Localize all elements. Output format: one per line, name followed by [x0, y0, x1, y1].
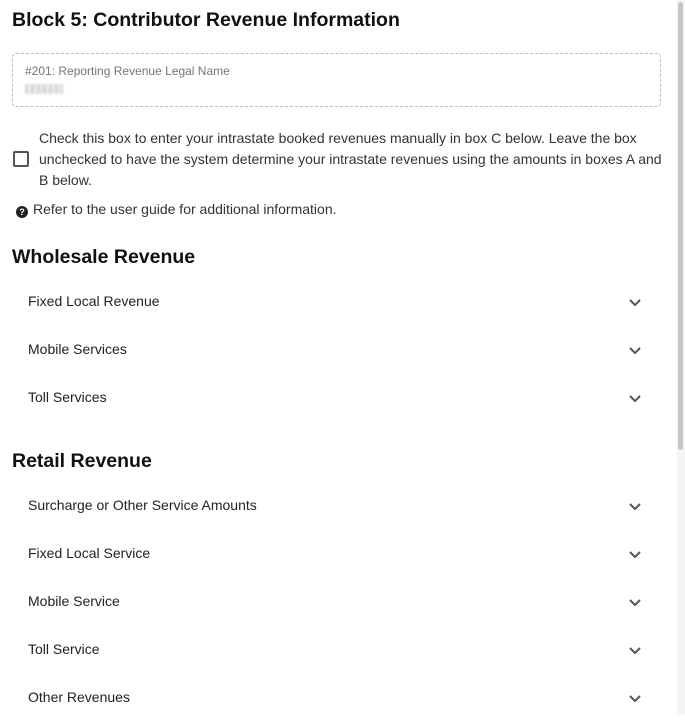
chevron-down-icon	[629, 695, 641, 703]
accordion-label: Toll Services	[28, 389, 107, 405]
chevron-down-icon	[629, 395, 641, 403]
accordion-fixed-local-service[interactable]: Fixed Local Service	[12, 531, 663, 579]
accordion-surcharge-other-service[interactable]: Surcharge or Other Service Amounts	[12, 483, 663, 531]
vertical-scrollbar[interactable]	[677, 0, 685, 715]
accordion-label: Other Revenues	[28, 689, 130, 705]
manual-entry-checkbox[interactable]	[13, 151, 29, 167]
accordion-label: Toll Service	[28, 641, 100, 657]
accordion-other-revenues[interactable]: Other Revenues	[12, 675, 663, 723]
chevron-down-icon	[629, 599, 641, 607]
question-circle-icon: ?	[16, 206, 28, 218]
accordion-label: Fixed Local Revenue	[28, 293, 160, 309]
user-guide-note: ? Refer to the user guide for additional …	[16, 201, 337, 218]
accordion-label: Mobile Service	[28, 593, 120, 609]
retail-revenue-title: Retail Revenue	[12, 450, 152, 472]
accordion-toll-service[interactable]: Toll Service	[12, 627, 663, 675]
legal-name-field[interactable]: #201: Reporting Revenue Legal Name	[12, 53, 661, 107]
accordion-mobile-services[interactable]: Mobile Services	[12, 327, 663, 375]
chevron-down-icon	[629, 503, 641, 511]
page-title: Block 5: Contributor Revenue Information	[12, 9, 400, 31]
chevron-down-icon	[629, 551, 641, 559]
chevron-down-icon	[629, 299, 641, 307]
manual-entry-text: Check this box to enter your intrastate …	[39, 130, 662, 188]
accordion-mobile-service[interactable]: Mobile Service	[12, 579, 663, 627]
user-guide-text: Refer to the user guide for additional i…	[33, 201, 337, 217]
chevron-down-icon	[629, 647, 641, 655]
chevron-down-icon	[629, 347, 641, 355]
accordion-label: Fixed Local Service	[28, 545, 151, 561]
wholesale-revenue-title: Wholesale Revenue	[12, 246, 196, 268]
scrollbar-thumb[interactable]	[678, 2, 683, 450]
legal-name-label: #201: Reporting Revenue Legal Name	[25, 64, 230, 78]
legal-name-value-redacted	[25, 84, 63, 94]
accordion-label: Surcharge or Other Service Amounts	[28, 497, 257, 513]
accordion-label: Mobile Services	[28, 341, 127, 357]
accordion-toll-services[interactable]: Toll Services	[12, 375, 663, 423]
accordion-fixed-local-revenue[interactable]: Fixed Local Revenue	[12, 279, 663, 327]
